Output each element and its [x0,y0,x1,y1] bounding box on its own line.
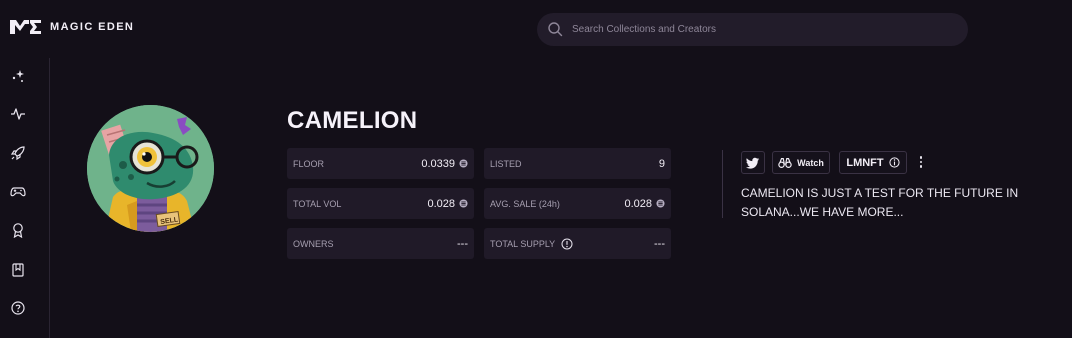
solana-icon [656,199,665,208]
brand-text: MAGIC EDEN [50,21,135,33]
stat-owners-value: --- [457,237,468,250]
lmnft-button[interactable]: LMNFT [839,151,907,174]
collection-avatar: SELL [87,105,214,232]
stat-avg-sale-label: AVG. SALE (24h) [490,198,560,209]
watch-button[interactable]: Watch [772,151,830,174]
stat-floor: FLOOR 0.0339 [287,148,474,179]
collection-description: CAMELION IS JUST A TEST FOR THE FUTURE I… [741,186,1019,219]
twitter-button[interactable] [741,151,765,174]
sidebar-item-activity[interactable] [8,104,28,124]
info-icon[interactable] [561,238,573,250]
stat-total-supply: TOTAL SUPPLY --- [484,228,671,259]
search-input[interactable] [572,13,952,46]
stat-avg-sale: AVG. SALE (24h) 0.028 [484,188,671,219]
watch-label: Watch [797,157,824,168]
stat-avg-sale-value: 0.028 [624,197,652,210]
sidebar-item-rewards[interactable] [8,220,28,240]
stat-floor-label: FLOOR [293,158,325,169]
stat-listed-value: 9 [658,157,665,170]
collection-title: CAMELION [287,107,418,134]
help-icon [11,301,25,315]
sidebar-item-launchpad[interactable] [8,143,28,163]
search-icon [548,22,563,37]
sidebar-item-learn[interactable] [8,260,28,280]
rocket-icon [10,146,25,161]
stat-owners: OWNERS --- [287,228,474,259]
stat-listed: LISTED 9 [484,148,671,179]
sidebar-item-games[interactable] [8,182,28,202]
stat-total-vol: TOTAL VOL 0.028 [287,188,474,219]
search-bar[interactable] [537,13,968,46]
more-options-button[interactable] [916,153,926,171]
book-icon [12,263,24,277]
magic-eden-logo-icon [10,20,41,34]
stat-total-supply-label: TOTAL SUPPLY [490,238,556,249]
solana-icon [459,199,468,208]
stat-owners-label: OWNERS [293,238,334,249]
award-icon [13,223,23,238]
stat-total-supply-value: --- [654,237,665,250]
brand-logo[interactable]: MAGIC EDEN [8,16,134,38]
sparkles-icon [12,70,24,82]
stat-floor-value: 0.0339 [421,157,455,170]
activity-icon [11,108,25,120]
info-icon [889,157,900,168]
dot [919,160,923,164]
sidebar [0,58,50,338]
gamepad-icon [10,187,26,197]
lmnft-label: LMNFT [846,156,884,169]
twitter-icon [746,157,760,169]
sidebar-item-help[interactable] [8,298,28,318]
dot [919,156,923,159]
stat-total-vol-value: 0.028 [427,197,455,210]
vertical-divider [722,150,723,218]
sidebar-item-popular[interactable] [8,66,28,86]
stat-total-vol-label: TOTAL VOL [293,198,342,209]
top-bar: MAGIC EDEN [0,0,1072,58]
binoculars-icon [778,157,792,168]
dot [919,165,923,168]
solana-icon [459,159,468,168]
collection-avatar-image: SELL [87,105,214,232]
stat-listed-label: LISTED [490,158,522,169]
